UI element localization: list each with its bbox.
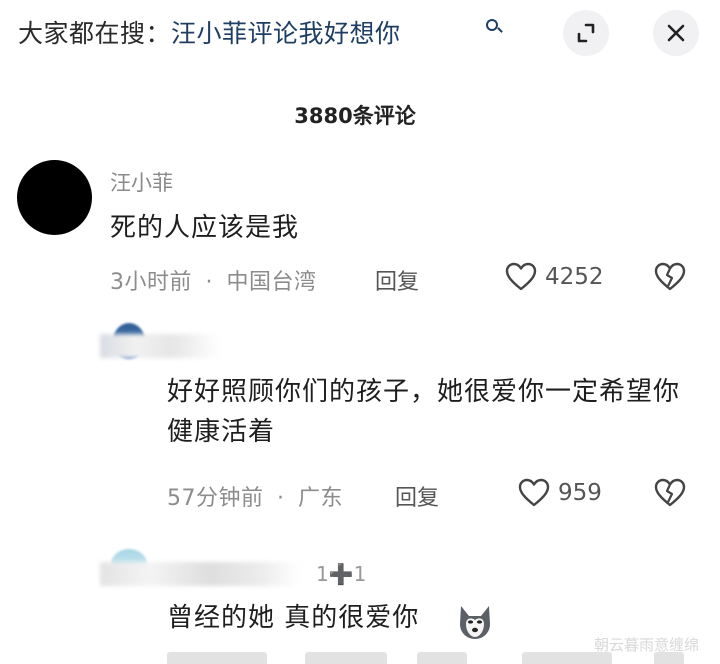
avatar[interactable] bbox=[17, 160, 92, 235]
broken-heart-icon[interactable] bbox=[654, 478, 686, 508]
search-term[interactable]: 汪小菲评论我好想你 bbox=[171, 19, 401, 48]
heart-icon bbox=[518, 478, 550, 507]
comment-location: 广东 bbox=[298, 486, 344, 511]
like-button[interactable]: 4252 bbox=[505, 262, 604, 292]
like-count: 959 bbox=[558, 480, 602, 506]
meta-separator: · bbox=[205, 270, 213, 295]
reply-button[interactable]: 回复 bbox=[395, 480, 439, 512]
expand-icon bbox=[577, 23, 595, 43]
comment-count: 3880条评论 bbox=[294, 104, 416, 128]
expand-button[interactable] bbox=[563, 10, 609, 56]
search-label: 大家都在搜： bbox=[18, 19, 172, 48]
heart-icon bbox=[505, 262, 537, 291]
comment-meta: 3小时前 · 中国台湾 bbox=[110, 264, 317, 296]
reply-button[interactable]: 回复 bbox=[375, 264, 419, 296]
search-icon[interactable] bbox=[486, 19, 498, 31]
comment-username-redacted[interactable] bbox=[100, 334, 220, 358]
like-button[interactable]: 959 bbox=[518, 478, 602, 508]
search-suggestion[interactable]: 大家都在搜：汪小菲评论我好想你 bbox=[18, 14, 401, 50]
close-icon bbox=[667, 24, 685, 42]
search-bar[interactable]: 大家都在搜：汪小菲评论我好想你 bbox=[0, 0, 720, 66]
comment-time: 3小时前 bbox=[110, 270, 192, 295]
comment-location: 中国台湾 bbox=[226, 270, 317, 295]
comment-meta: 57分钟前 · 广东 bbox=[167, 480, 343, 512]
like-count: 4252 bbox=[545, 264, 604, 290]
husky-emoji-icon bbox=[460, 606, 490, 639]
close-button[interactable] bbox=[653, 10, 699, 56]
comment-text: 死的人应该是我 bbox=[110, 213, 300, 243]
comment-username[interactable]: 汪小菲 bbox=[110, 167, 173, 197]
comment-username-redacted[interactable] bbox=[100, 562, 300, 586]
user-tag: 1➕1 bbox=[316, 562, 367, 586]
comment-text: 曾经的她 真的很爱你 bbox=[167, 603, 420, 633]
comment-time: 57分钟前 bbox=[167, 486, 264, 511]
comment-text: 好好照顾你们的孩子，她很爱你一定希望你健康活着 bbox=[167, 377, 681, 448]
meta-separator: · bbox=[277, 486, 285, 511]
watermark: 朝云暮雨意缠绵 bbox=[594, 636, 700, 654]
broken-heart-icon[interactable] bbox=[654, 262, 686, 292]
